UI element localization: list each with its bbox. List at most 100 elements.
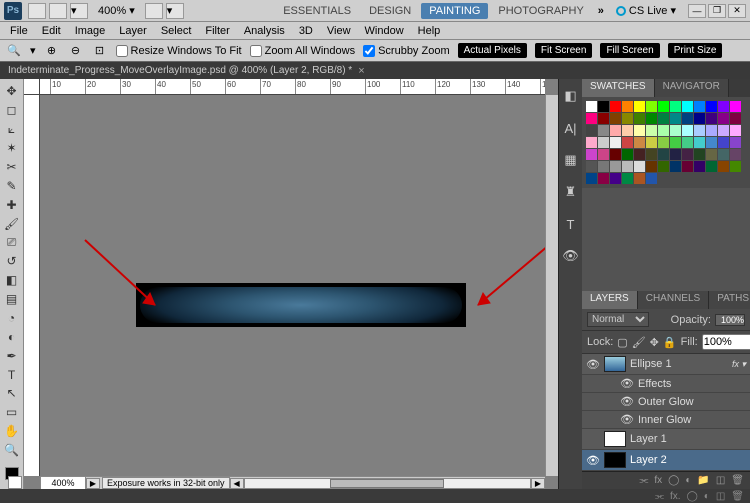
scrollbar-horizontal[interactable] xyxy=(244,478,531,489)
marquee-tool[interactable]: ◻ xyxy=(2,102,22,119)
swatch[interactable] xyxy=(694,161,705,172)
menu-filter[interactable]: Filter xyxy=(199,23,235,39)
link-layers-icon[interactable]: ⫘ xyxy=(639,475,648,486)
swatch[interactable] xyxy=(730,125,741,136)
hand-tool[interactable]: ✋ xyxy=(2,423,22,440)
lock-paint-icon[interactable]: 🖌 xyxy=(632,336,646,349)
min-button[interactable]: — xyxy=(688,4,706,18)
scrollbar-vertical[interactable] xyxy=(545,95,558,476)
background-swatch[interactable] xyxy=(8,476,22,489)
lasso-tool[interactable]: ⟀ xyxy=(2,121,22,138)
history-panel-icon[interactable]: ♜ xyxy=(562,183,580,201)
extras-icon[interactable]: ▾ xyxy=(70,3,88,19)
swatch[interactable] xyxy=(718,113,729,124)
swatch[interactable] xyxy=(694,113,705,124)
ws-design[interactable]: DESIGN xyxy=(361,3,419,19)
swatch[interactable] xyxy=(694,101,705,112)
ruler-horizontal[interactable]: 102030405060708090100110120130140150 xyxy=(40,79,545,95)
tab-paths[interactable]: PATHS xyxy=(709,291,750,309)
swatch[interactable] xyxy=(658,149,669,160)
swatch[interactable] xyxy=(730,137,741,148)
character-panel-icon[interactable]: T xyxy=(562,215,580,233)
swatch[interactable] xyxy=(706,149,717,160)
swatch[interactable] xyxy=(706,137,717,148)
zoom-window-icon[interactable]: ⊡ xyxy=(92,43,108,59)
masks-panel-icon[interactable]: ▦ xyxy=(562,151,580,169)
swatch[interactable] xyxy=(646,113,657,124)
swatch[interactable] xyxy=(622,101,633,112)
fx-icon[interactable]: fx xyxy=(654,475,662,486)
swatch[interactable] xyxy=(622,149,633,160)
swatch[interactable] xyxy=(682,125,693,136)
layer-layer2[interactable]: 👁Layer 2 xyxy=(582,450,750,471)
crop-tool[interactable]: ✂ xyxy=(2,159,22,176)
history-brush-tool[interactable]: ↺ xyxy=(2,253,22,270)
swatch[interactable] xyxy=(718,125,729,136)
zoom-in-icon[interactable]: ⊕ xyxy=(44,43,60,59)
menu-window[interactable]: Window xyxy=(359,23,410,39)
swatch[interactable] xyxy=(646,137,657,148)
swatch[interactable] xyxy=(706,125,717,136)
swatch[interactable] xyxy=(718,149,729,160)
swatch[interactable] xyxy=(646,101,657,112)
swatch[interactable] xyxy=(610,101,621,112)
swatch[interactable] xyxy=(610,161,621,172)
swatch[interactable] xyxy=(622,173,633,184)
ruler-origin[interactable] xyxy=(24,79,40,95)
swatch[interactable] xyxy=(586,113,597,124)
swatch[interactable] xyxy=(718,161,729,172)
swatch[interactable] xyxy=(658,161,669,172)
swatch[interactable] xyxy=(670,125,681,136)
swatch[interactable] xyxy=(622,125,633,136)
mask-icon[interactable]: ◯ xyxy=(668,475,679,486)
scrubby-zoom-check[interactable]: Scrubby Zoom xyxy=(363,45,450,57)
swatch[interactable] xyxy=(682,149,693,160)
swatch[interactable] xyxy=(610,125,621,136)
status-adj-icon[interactable]: ◐ xyxy=(704,491,710,502)
swatch[interactable] xyxy=(682,101,693,112)
zoom-level[interactable]: 400% ▾ xyxy=(98,4,135,17)
menu-edit[interactable]: Edit xyxy=(36,23,67,39)
tab-navigator[interactable]: NAVIGATOR xyxy=(655,79,729,97)
status-trash-icon[interactable]: 🗑 xyxy=(731,491,744,502)
minibridge-icon[interactable] xyxy=(49,3,67,19)
shape-tool[interactable]: ▭ xyxy=(2,404,22,421)
swatch[interactable] xyxy=(706,113,717,124)
eraser-tool[interactable]: ◧ xyxy=(2,272,22,289)
swatch[interactable] xyxy=(610,149,621,160)
print-size-button[interactable]: Print Size xyxy=(668,43,723,58)
swatch[interactable] xyxy=(646,161,657,172)
adjustment-icon[interactable]: ◐ xyxy=(685,475,691,486)
ws-photography[interactable]: PHOTOGRAPHY xyxy=(490,3,591,19)
status-mask-icon[interactable]: ◯ xyxy=(687,491,698,502)
menu-view[interactable]: View xyxy=(321,23,357,39)
blend-mode-select[interactable]: Normal xyxy=(587,312,649,327)
menu-layer[interactable]: Layer xyxy=(113,23,153,39)
swatch[interactable] xyxy=(586,101,597,112)
swatch[interactable] xyxy=(730,161,741,172)
zoom-out-icon[interactable]: ⊖ xyxy=(68,43,84,59)
status-fx-icon[interactable]: fx. xyxy=(670,491,681,502)
swatch[interactable] xyxy=(634,149,645,160)
swatch[interactable] xyxy=(670,149,681,160)
tab-channels[interactable]: CHANNELS xyxy=(638,291,709,309)
swatch[interactable] xyxy=(670,101,681,112)
bridge-icon[interactable] xyxy=(28,3,46,19)
swatch[interactable] xyxy=(610,113,621,124)
screenmode-icon[interactable]: ▾ xyxy=(166,3,184,19)
swatch[interactable] xyxy=(634,113,645,124)
menu-select[interactable]: Select xyxy=(155,23,198,39)
type-tool[interactable]: T xyxy=(2,366,22,383)
swatch[interactable] xyxy=(694,137,705,148)
menu-image[interactable]: Image xyxy=(69,23,112,39)
swatch[interactable] xyxy=(598,125,609,136)
lock-all-icon[interactable]: 🔒 xyxy=(663,336,677,349)
swatch[interactable] xyxy=(718,137,729,148)
swatch[interactable] xyxy=(682,113,693,124)
doc-close-icon[interactable]: × xyxy=(358,65,364,77)
swatch[interactable] xyxy=(622,113,633,124)
swatch[interactable] xyxy=(598,137,609,148)
swatch[interactable] xyxy=(634,173,645,184)
lock-pos-icon[interactable]: ✥ xyxy=(650,336,659,349)
swatch[interactable] xyxy=(634,125,645,136)
